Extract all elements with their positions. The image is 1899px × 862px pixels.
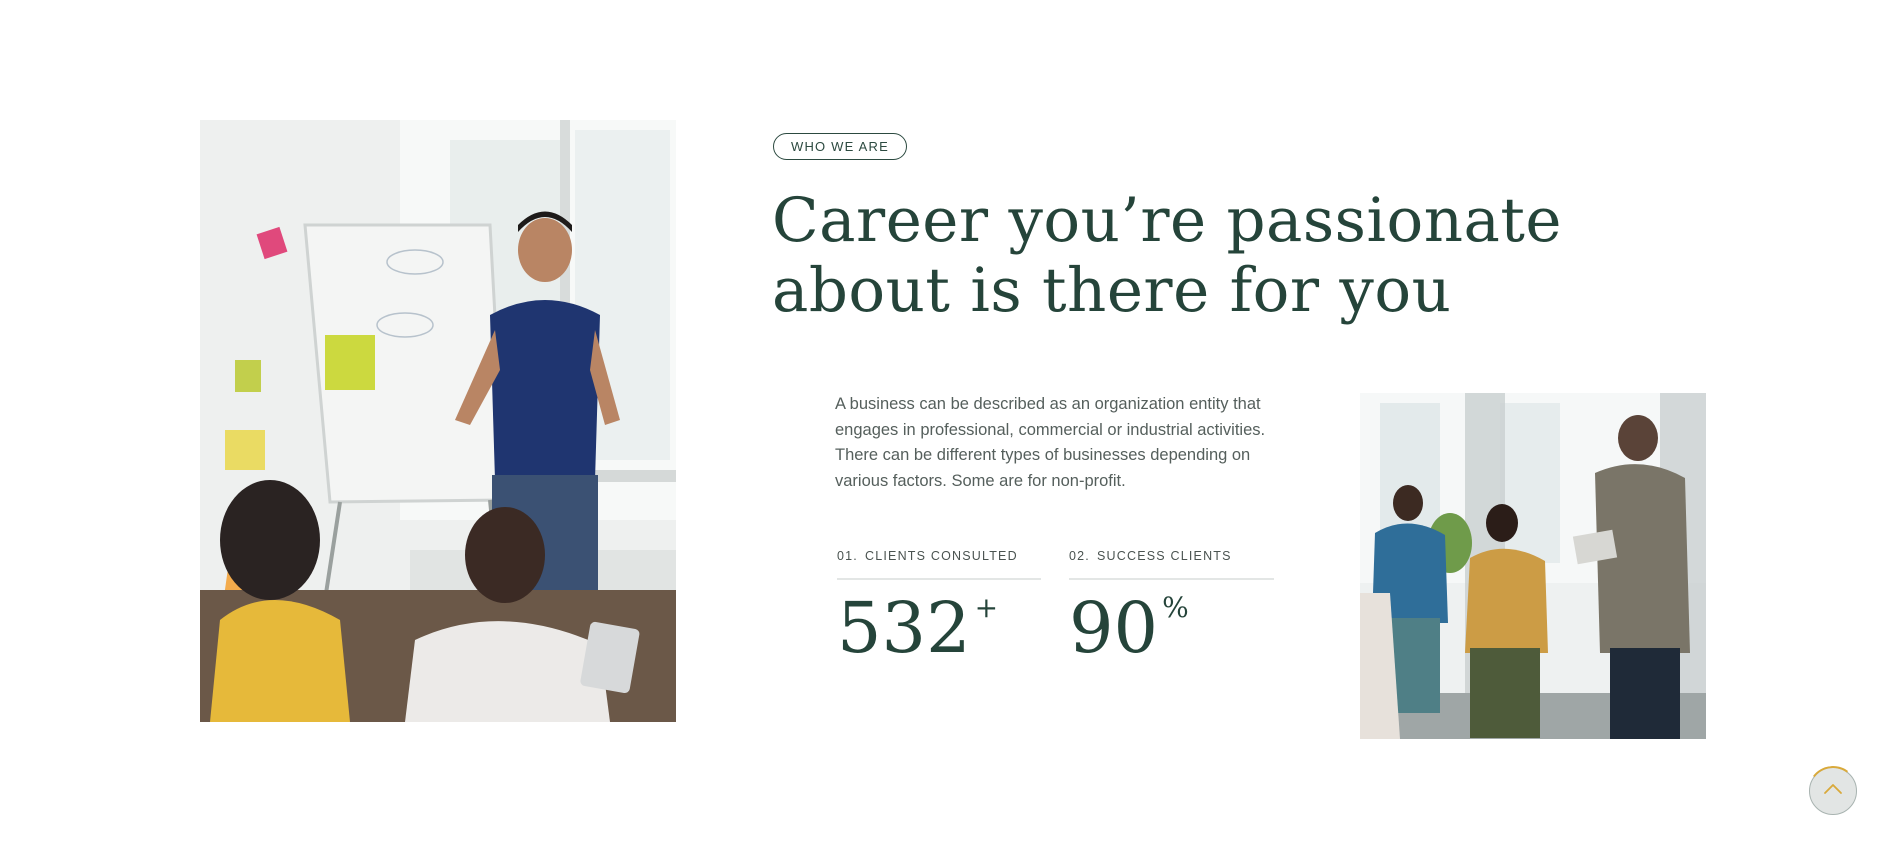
- stat-label-text: CLIENTS CONSULTED: [864, 549, 1018, 563]
- scroll-to-top-button[interactable]: [1809, 767, 1857, 815]
- stat-label: 02. SUCCESS CLIENTS: [1069, 546, 1274, 566]
- team-meeting-photo: [200, 120, 676, 722]
- section-description: A business can be described as an organi…: [835, 395, 1266, 490]
- section-heading: Career you’re passionate about is there …: [772, 186, 1572, 326]
- stat-suffix: %: [1162, 591, 1189, 624]
- stat-divider: [837, 578, 1041, 580]
- stat-divider: [1069, 578, 1274, 580]
- stat-value: 90%: [1069, 588, 1274, 668]
- stat-clients-consulted: 01. CLIENTS CONSULTED 532 +: [837, 546, 1041, 668]
- stat-index: 02.: [1069, 549, 1090, 563]
- chevron-up-icon: [1823, 782, 1843, 800]
- stat-number: 90: [1069, 587, 1159, 669]
- heading-line-1: Career you’re passionate: [772, 185, 1562, 256]
- stat-value: 532 +: [837, 588, 1041, 668]
- stat-number: 532: [837, 587, 971, 669]
- section-tag: WHO WE ARE: [773, 133, 907, 160]
- stat-index: 01.: [837, 549, 858, 563]
- stat-success-clients: 02. SUCCESS CLIENTS 90%: [1069, 546, 1274, 668]
- stat-label-text: SUCCESS CLIENTS: [1096, 549, 1232, 563]
- heading-line-2: about is there for you: [772, 255, 1452, 326]
- stat-suffix: +: [974, 591, 999, 624]
- group-discussion-photo: [1360, 393, 1706, 739]
- stat-label: 01. CLIENTS CONSULTED: [837, 546, 1041, 566]
